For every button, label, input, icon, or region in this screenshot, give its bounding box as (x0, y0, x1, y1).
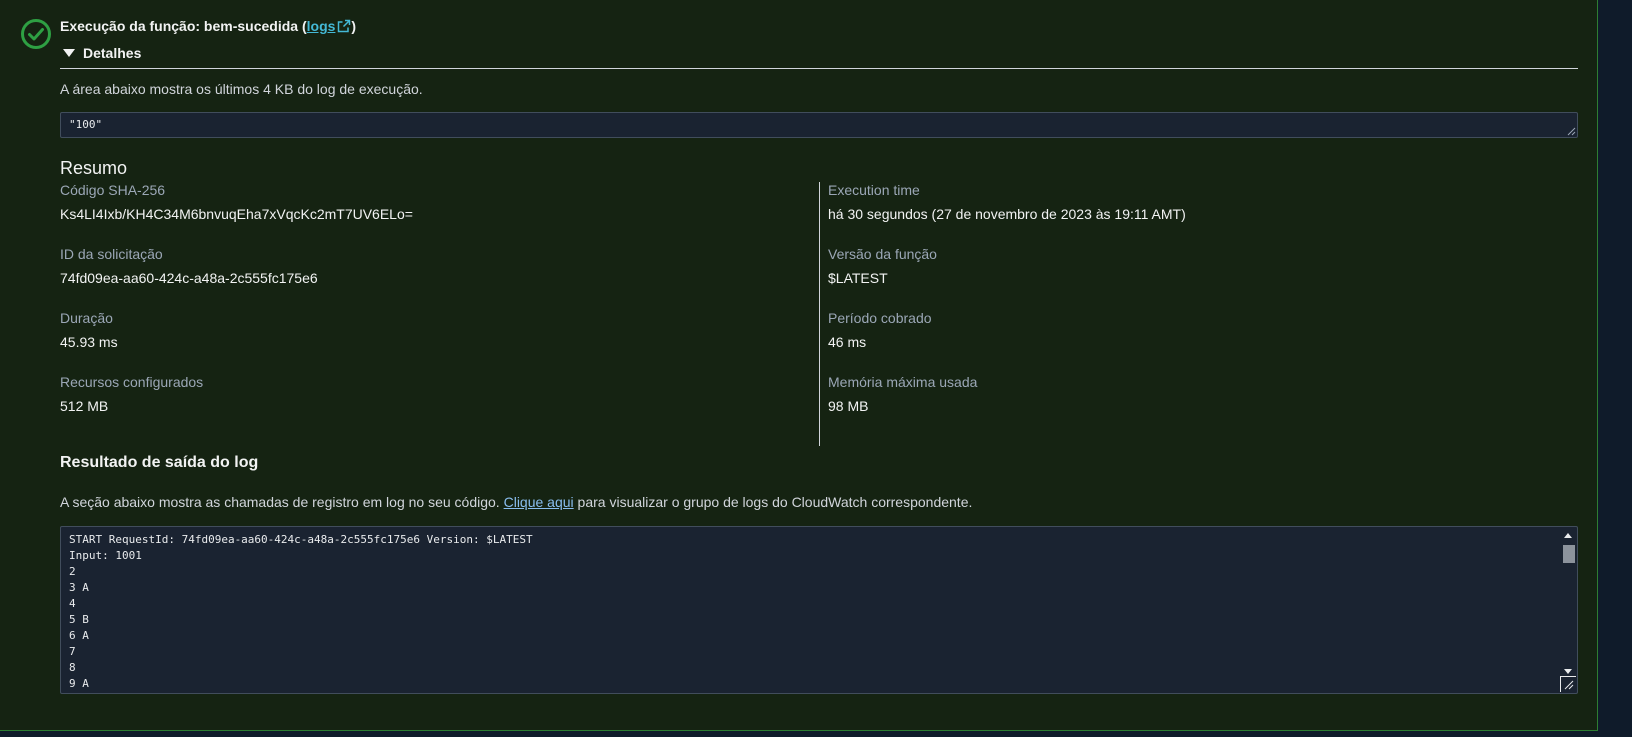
field-label-execution-time: Execution time (828, 182, 920, 198)
log-line: 9 A (69, 677, 89, 690)
result-value: "100" (69, 118, 103, 131)
log-output-description: A seção abaixo mostra as chamadas de reg… (60, 494, 972, 510)
log-line: 6 A (69, 629, 89, 642)
field-label-billed-duration: Período cobrado (828, 310, 932, 326)
field-value-execution-time: há 30 segundos (27 de novembro de 2023 à… (828, 206, 1186, 222)
summary-field: Memória máxima usada 98 MB (828, 374, 977, 414)
external-link-icon (338, 19, 351, 33)
result-textarea[interactable]: "100" (60, 112, 1578, 138)
log-line: 8 (69, 661, 76, 674)
scrollbar-thumb[interactable] (1563, 545, 1575, 563)
scroll-down-arrow-icon[interactable] (1564, 669, 1572, 674)
summary-field: Duração 45.93 ms (60, 310, 118, 350)
resize-grip-lines-icon (1564, 680, 1574, 690)
execution-status-title: Execução da função: bem-sucedida (logs) (60, 18, 356, 34)
field-label-sha256: Código SHA-256 (60, 182, 166, 198)
field-value-duration: 45.93 ms (60, 334, 118, 350)
log-scrollbar[interactable] (1561, 528, 1576, 678)
log-line: START RequestId: 74fd09ea-aa60-424c-a48a… (69, 533, 533, 546)
field-label-function-version: Versão da função (828, 246, 937, 262)
summary-grid: Código SHA-256 Ks4LI4Ixb/KH4C34M6bnvuqEh… (60, 182, 1578, 446)
caret-down-icon (63, 49, 75, 57)
summary-field: Recursos configurados 512 MB (60, 374, 203, 414)
summary-field: Período cobrado 46 ms (828, 310, 932, 350)
field-value-function-version: $LATEST (828, 270, 888, 286)
summary-field: ID da solicitação 74fd09ea-aa60-424c-a48… (60, 246, 318, 286)
logs-link-label: logs (306, 18, 336, 34)
field-label-request-id: ID da solicitação (60, 246, 163, 262)
log-line: 7 (69, 645, 76, 658)
log-desc-suffix: para visualizar o grupo de logs do Cloud… (573, 494, 973, 510)
execution-status-text: Execução da função: bem-sucedida ( (60, 18, 307, 34)
field-value-configured-resources: 512 MB (60, 398, 109, 414)
field-label-duration: Duração (60, 310, 113, 326)
details-divider (60, 68, 1578, 69)
log-desc-prefix: A seção abaixo mostra as chamadas de reg… (60, 494, 504, 510)
details-description: A área abaixo mostra os últimos 4 KB do … (60, 81, 423, 97)
log-output-textarea[interactable]: START RequestId: 74fd09ea-aa60-424c-a48a… (60, 526, 1578, 694)
summary-title: Resumo (60, 158, 128, 178)
logs-link[interactable]: logs (307, 18, 352, 34)
check-circle-icon (21, 19, 51, 49)
summary-field: Execution time há 30 segundos (27 de nov… (828, 182, 1186, 222)
details-toggle-label: Detalhes (83, 45, 142, 61)
summary-field: Versão da função $LATEST (828, 246, 937, 286)
details-toggle[interactable]: Detalhes (63, 45, 141, 61)
field-value-sha256: Ks4LI4Ixb/KH4C34M6bnvuqEha7xVqcKc2mT7UV6… (60, 206, 413, 222)
log-output-title: Resultado de saída do log (60, 454, 259, 471)
execution-status-suffix: ) (351, 18, 357, 34)
summary-field: Código SHA-256 Ks4LI4Ixb/KH4C34M6bnvuqEh… (60, 182, 413, 222)
resize-grip-icon[interactable] (1566, 126, 1576, 136)
log-line: 3 A (69, 581, 89, 594)
page: Execução da função: bem-sucedida (logs) … (0, 0, 1632, 737)
log-line: Input: 1001 (69, 549, 142, 562)
log-line: 4 (69, 597, 76, 610)
field-value-billed-duration: 46 ms (828, 334, 867, 350)
field-label-max-memory: Memória máxima usada (828, 374, 978, 390)
execution-result-panel: Execução da função: bem-sucedida (logs) … (0, 0, 1598, 731)
field-value-request-id: 74fd09ea-aa60-424c-a48a-2c555fc175e6 (60, 270, 318, 286)
resize-grip-icon[interactable] (1560, 676, 1576, 692)
field-label-configured-resources: Recursos configurados (60, 374, 204, 390)
log-line: 5 B (69, 613, 89, 626)
scroll-up-arrow-icon[interactable] (1564, 533, 1572, 538)
summary-column-divider (819, 182, 820, 446)
field-value-max-memory: 98 MB (828, 398, 869, 414)
log-line: 2 (69, 565, 76, 578)
cloudwatch-link[interactable]: Clique aqui (504, 494, 574, 510)
